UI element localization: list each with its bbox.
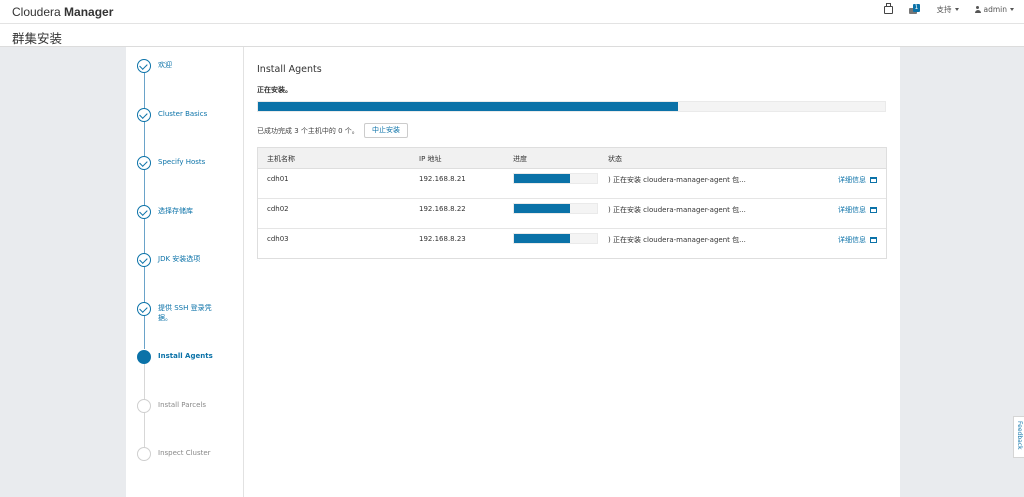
- table-row: cdh01 192.168.8.21 ) 正在安装 cloudera-manag…: [258, 169, 886, 199]
- notification-icon: 1: [908, 3, 921, 15]
- notification-badge: 1: [912, 3, 921, 12]
- step-label: 提供 SSH 登录凭据。: [158, 304, 212, 322]
- host-status: ) 正在安装 cloudera-manager-agent 包...: [608, 176, 746, 184]
- details-link[interactable]: 详细信息: [838, 175, 877, 185]
- wizard-steps: 欢迎 Cluster Basics Specify Hosts 选择存储库 JD…: [126, 47, 244, 497]
- step-label: Install Agents: [158, 352, 213, 360]
- host-ip: 192.168.8.22: [419, 205, 466, 213]
- check-circle-icon: [137, 205, 151, 219]
- host-status: ) 正在安装 cloudera-manager-agent 包...: [608, 206, 746, 214]
- check-circle-icon: [137, 253, 151, 267]
- window-icon: [870, 207, 877, 213]
- host-name: cdh03: [267, 235, 289, 243]
- step-welcome[interactable]: 欢迎: [137, 59, 242, 73]
- window-icon: [870, 237, 877, 243]
- step-label: 欢迎: [158, 61, 172, 69]
- details-label: 详细信息: [838, 236, 866, 244]
- host-progress-bar: [513, 203, 598, 214]
- step-ssh-credentials[interactable]: 提供 SSH 登录凭据。: [137, 302, 242, 323]
- details-label: 详细信息: [838, 176, 866, 184]
- page-title: 群集安装: [12, 31, 63, 46]
- check-circle-icon: [137, 302, 151, 316]
- brand-bold: Manager: [64, 5, 114, 19]
- details-label: 详细信息: [838, 206, 866, 214]
- user-label: admin: [983, 5, 1008, 14]
- step-install-agents[interactable]: Install Agents: [137, 350, 242, 364]
- step-specify-hosts[interactable]: Specify Hosts: [137, 156, 242, 170]
- header-ip: IP 地址: [419, 155, 442, 163]
- main-panel: Install Agents 正在安装。 已成功完成 3 个主机中的 0 个。 …: [244, 47, 900, 497]
- install-summary: 已成功完成 3 个主机中的 0 个。: [257, 127, 359, 135]
- brand-light: Cloudera: [12, 5, 65, 19]
- check-circle-icon: [137, 59, 151, 73]
- details-link[interactable]: 详细信息: [838, 235, 877, 245]
- abort-install-button[interactable]: 中止安装: [364, 123, 408, 138]
- support-menu[interactable]: 支持: [937, 4, 959, 15]
- parcel-button[interactable]: [883, 3, 893, 14]
- pending-step-icon: [137, 447, 151, 461]
- section-title: Install Agents: [257, 64, 322, 75]
- chevron-down-icon: [1010, 8, 1014, 11]
- support-label: 支持: [936, 5, 952, 14]
- check-circle-icon: [137, 108, 151, 122]
- step-label: JDK 安装选项: [158, 255, 201, 263]
- notifications-button[interactable]: 1: [908, 3, 921, 15]
- step-label: Cluster Basics: [158, 110, 208, 118]
- header-status: 状态: [608, 155, 622, 163]
- feedback-label: Feedback: [1016, 421, 1023, 450]
- host-ip: 192.168.8.21: [419, 175, 466, 183]
- step-label: 选择存储库: [158, 207, 193, 215]
- top-navbar: Cloudera Manager 1 支持 admin: [0, 0, 1024, 24]
- step-repository[interactable]: 选择存储库: [137, 205, 242, 219]
- hosts-table: 主机名称 IP 地址 进度 状态 cdh01 192.168.8.21 ) 正在…: [257, 147, 887, 259]
- header-host: 主机名称: [267, 155, 295, 163]
- table-row: cdh03 192.168.8.23 ) 正在安装 cloudera-manag…: [258, 229, 886, 259]
- check-circle-icon: [137, 156, 151, 170]
- table-header: 主机名称 IP 地址 进度 状态: [258, 148, 886, 169]
- overall-progress-fill: [258, 102, 679, 111]
- user-icon: [974, 6, 981, 13]
- pending-step-icon: [137, 399, 151, 413]
- step-label: Install Parcels: [158, 401, 206, 409]
- feedback-tab[interactable]: Feedback: [1013, 416, 1024, 458]
- step-install-parcels: Install Parcels: [137, 399, 242, 413]
- top-right-menu: 1 支持 admin: [883, 3, 1014, 15]
- host-progress-fill: [514, 204, 570, 213]
- host-name: cdh02: [267, 205, 289, 213]
- host-name: cdh01: [267, 175, 289, 183]
- host-ip: 192.168.8.23: [419, 235, 466, 243]
- user-menu[interactable]: admin: [974, 5, 1014, 14]
- parcel-icon: [883, 3, 893, 14]
- page-header: 群集安装: [0, 24, 1024, 47]
- window-icon: [870, 177, 877, 183]
- chevron-down-icon: [954, 8, 959, 11]
- step-inspect-cluster: Inspect Cluster: [137, 447, 242, 461]
- host-progress-fill: [514, 174, 570, 183]
- table-row: cdh02 192.168.8.22 ) 正在安装 cloudera-manag…: [258, 199, 886, 229]
- step-cluster-basics[interactable]: Cluster Basics: [137, 108, 242, 122]
- step-label: Inspect Cluster: [158, 449, 211, 457]
- header-progress: 进度: [513, 155, 527, 163]
- host-progress-bar: [513, 173, 598, 184]
- step-label: Specify Hosts: [158, 158, 206, 166]
- host-progress-fill: [514, 234, 570, 243]
- step-jdk-options[interactable]: JDK 安装选项: [137, 253, 242, 267]
- overall-progress-bar: [257, 101, 886, 112]
- install-status: 正在安装。: [257, 86, 292, 94]
- active-step-icon: [137, 350, 151, 364]
- details-link[interactable]: 详细信息: [838, 205, 877, 215]
- host-status: ) 正在安装 cloudera-manager-agent 包...: [608, 236, 746, 244]
- host-progress-bar: [513, 233, 598, 244]
- app-logo[interactable]: Cloudera Manager: [12, 5, 113, 19]
